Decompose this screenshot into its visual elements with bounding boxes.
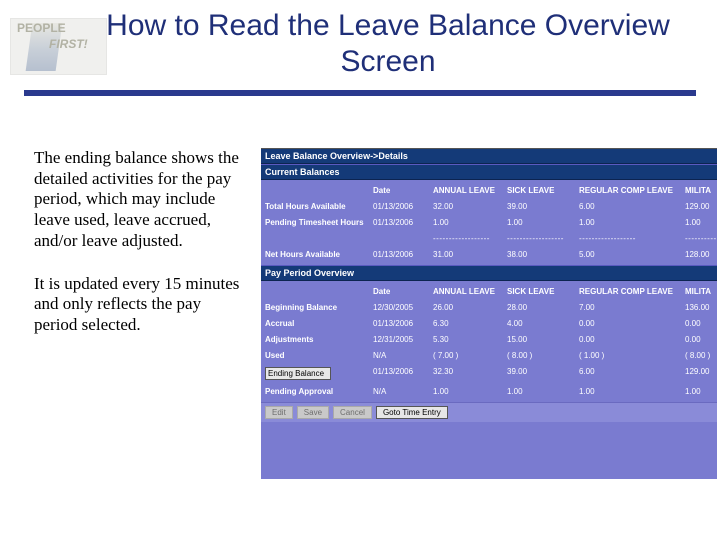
cell: 5.30	[433, 335, 507, 344]
cell: 12/31/2005	[373, 335, 433, 344]
cell: 136.00	[685, 303, 717, 312]
row-ending-balance: Ending Balance	[265, 367, 373, 380]
cell: ------------------	[579, 234, 685, 243]
cell: 01/13/2006	[373, 218, 433, 227]
cell: 0.00	[685, 335, 717, 344]
cell: 1.00	[433, 218, 507, 227]
cell: ------------------	[507, 234, 579, 243]
col-date: Date	[373, 287, 433, 296]
col-regular-comp: REGULAR COMP LEAVE	[579, 287, 685, 296]
paragraph-1: The ending balance shows the detailed ac…	[34, 148, 244, 252]
embedded-screenshot: Leave Balance Overview->Details Current …	[261, 148, 717, 479]
col-milita: MILITA	[685, 287, 717, 296]
cell: 129.00	[685, 367, 717, 380]
cell: ------------------	[433, 234, 507, 243]
slide: PEOPLE FIRST! How to Read the Leave Bala…	[0, 0, 720, 540]
cell: 39.00	[507, 367, 579, 380]
cell: N/A	[373, 351, 433, 360]
cell: 15.00	[507, 335, 579, 344]
cell: 1.00	[579, 218, 685, 227]
cell: 01/13/2006	[373, 250, 433, 259]
cell: 0.00	[685, 319, 717, 328]
cell: 1.00	[507, 218, 579, 227]
save-button[interactable]: Save	[297, 406, 329, 419]
row-adjustments: Adjustments	[265, 335, 373, 344]
cell: 5.00	[579, 250, 685, 259]
cell: ( 1.00 )	[579, 351, 685, 360]
body-text: The ending balance shows the detailed ac…	[34, 148, 244, 358]
col-regular-comp: REGULAR COMP LEAVE	[579, 186, 685, 195]
cell: 6.30	[433, 319, 507, 328]
col-date: Date	[373, 186, 433, 195]
row-used: Used	[265, 351, 373, 360]
title-underline	[24, 90, 696, 96]
col-blank	[265, 186, 373, 195]
col-annual: ANNUAL LEAVE	[433, 186, 507, 195]
cell: 12/30/2005	[373, 303, 433, 312]
col-sick: SICK LEAVE	[507, 287, 579, 296]
cell: ( 8.00 )	[685, 351, 717, 360]
current-balances-table: Date ANNUAL LEAVE SICK LEAVE REGULAR COM…	[265, 186, 717, 259]
col-sick: SICK LEAVE	[507, 186, 579, 195]
cell: 6.00	[579, 367, 685, 380]
cell: 6.00	[579, 202, 685, 211]
row-total-hours: Total Hours Available	[265, 202, 373, 211]
cell: N/A	[373, 387, 433, 396]
cell: ( 7.00 )	[433, 351, 507, 360]
row-pending-approval: Pending Approval	[265, 387, 373, 396]
edit-button[interactable]: Edit	[265, 406, 293, 419]
cell: 0.00	[579, 335, 685, 344]
cell: 7.00	[579, 303, 685, 312]
cell: 1.00	[685, 218, 717, 227]
row-accrual: Accrual	[265, 319, 373, 328]
section-pay-period: Pay Period Overview	[261, 265, 717, 281]
cell: 39.00	[507, 202, 579, 211]
cancel-button[interactable]: Cancel	[333, 406, 372, 419]
cell: 31.00	[433, 250, 507, 259]
col-annual: ANNUAL LEAVE	[433, 287, 507, 296]
cell: 01/13/2006	[373, 319, 433, 328]
ending-balance-highlight: Ending Balance	[265, 367, 331, 380]
cell: 129.00	[685, 202, 717, 211]
cell: ( 8.00 )	[507, 351, 579, 360]
slide-title: How to Read the Leave Balance Overview S…	[70, 8, 706, 80]
goto-time-entry-button[interactable]: Goto Time Entry	[376, 406, 448, 419]
section-current-balances: Current Balances	[261, 164, 717, 180]
cell: 38.00	[507, 250, 579, 259]
pay-period-body: Date ANNUAL LEAVE SICK LEAVE REGULAR COM…	[261, 281, 717, 402]
cell: 32.30	[433, 367, 507, 380]
cell: 01/13/2006	[373, 202, 433, 211]
cell: 4.00	[507, 319, 579, 328]
cell: 26.00	[433, 303, 507, 312]
cell: 1.00	[579, 387, 685, 396]
col-blank	[265, 287, 373, 296]
cell: 01/13/2006	[373, 367, 433, 380]
row-pending-timesheet: Pending Timesheet Hours	[265, 218, 373, 227]
button-bar: Edit Save Cancel Goto Time Entry	[261, 402, 717, 422]
cell: 1.00	[433, 387, 507, 396]
row-beginning-balance: Beginning Balance	[265, 303, 373, 312]
cell: 0.00	[579, 319, 685, 328]
cell: 1.00	[507, 387, 579, 396]
cell: 1.00	[685, 387, 717, 396]
paragraph-2: It is updated every 15 minutes and only …	[34, 274, 244, 336]
current-balances-body: Date ANNUAL LEAVE SICK LEAVE REGULAR COM…	[261, 180, 717, 265]
row-dashes	[265, 234, 373, 243]
cell	[373, 234, 433, 243]
row-net-hours: Net Hours Available	[265, 250, 373, 259]
cell: 28.00	[507, 303, 579, 312]
col-milita: MILITA	[685, 186, 717, 195]
logo-text-people: PEOPLE	[17, 21, 66, 35]
cell: 128.00	[685, 250, 717, 259]
cell: 32.00	[433, 202, 507, 211]
pay-period-table: Date ANNUAL LEAVE SICK LEAVE REGULAR COM…	[265, 287, 717, 396]
cell: ------------------	[685, 234, 717, 243]
window-title: Leave Balance Overview->Details	[261, 149, 717, 164]
